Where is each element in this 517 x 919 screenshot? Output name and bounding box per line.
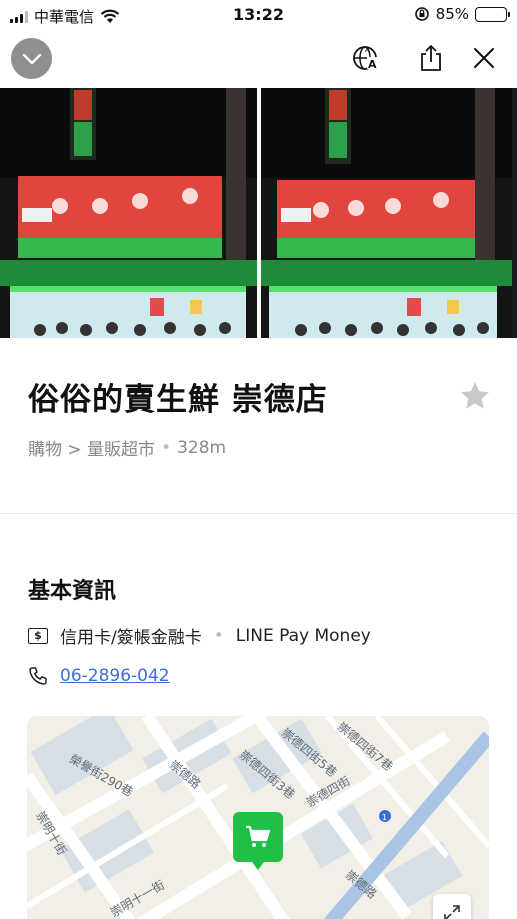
separator-dot: • [213, 625, 224, 646]
close-button[interactable] [468, 42, 500, 74]
route-number: 1 [382, 813, 387, 822]
place-meta: 購物 > 量販超市 • 328m [28, 435, 227, 461]
chevron-down-icon [22, 53, 41, 64]
svg-text:A: A [365, 46, 370, 54]
basic-info-heading: 基本資訊 [28, 579, 117, 604]
shopping-cart-icon [246, 825, 271, 847]
status-bar: 中華電信 13:22 85% [0, 0, 517, 30]
battery-percent: 85% [435, 5, 469, 23]
payment-row: $ 信用卡/簽帳金融卡 • LINE Pay Money [28, 623, 371, 648]
svg-text:A: A [368, 58, 377, 71]
orientation-lock-icon [414, 7, 429, 21]
battery-icon [475, 6, 510, 22]
favorite-button[interactable] [459, 380, 491, 412]
phone-link[interactable]: 06-2896-042 [60, 666, 170, 686]
collapse-button[interactable] [11, 38, 52, 79]
place-title: 俗俗的賣生鮮 崇德店 [28, 382, 328, 418]
share-button[interactable] [415, 42, 447, 74]
payment-methods: 信用卡/簽帳金融卡 [60, 628, 202, 648]
store-map-pin[interactable] [233, 812, 283, 870]
share-icon [421, 44, 441, 71]
phone-icon [29, 667, 47, 685]
store-photo[interactable] [260, 88, 517, 338]
place-distance: 328m [177, 437, 227, 458]
place-header: 俗俗的賣生鮮 崇德店 購物 > 量販超市 • 328m [0, 338, 517, 514]
translate-button[interactable]: A A [350, 42, 382, 74]
top-nav: A A [0, 30, 517, 88]
payment-extra: LINE Pay Money [235, 625, 371, 646]
expand-map-button[interactable] [433, 894, 471, 919]
close-icon [474, 48, 494, 68]
phone-row: 06-2896-042 [28, 666, 170, 686]
translate-icon: A A [353, 46, 379, 71]
separator-dot: • [161, 437, 172, 458]
expand-icon [444, 905, 460, 919]
place-category[interactable]: 購物 > 量販超市 [28, 435, 155, 460]
payment-icon: $ [28, 627, 48, 644]
status-right: 85% [414, 5, 510, 23]
store-photo[interactable] [0, 88, 257, 338]
location-map[interactable]: 1 榮譽街290巷 崇德路 崇德四街3巷 崇德四街5巷 崇德四街7巷 崇明十街 … [27, 716, 489, 919]
star-icon [461, 382, 489, 409]
photo-gallery[interactable] [0, 88, 517, 338]
